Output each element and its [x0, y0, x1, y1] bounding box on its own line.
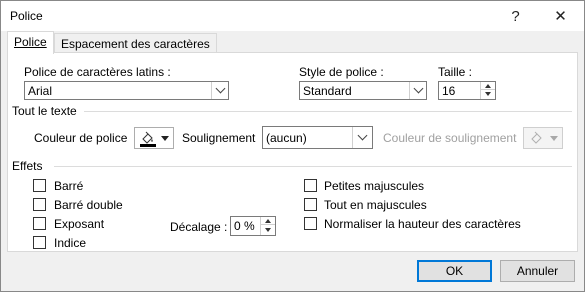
underline-value: (aucun)	[266, 131, 307, 145]
underline-combo[interactable]: (aucun)	[262, 126, 373, 149]
underline-label: Soulignement	[182, 131, 256, 145]
ok-label: OK	[445, 264, 464, 278]
latin-font-label: Police de caractères latins :	[24, 65, 171, 79]
cancel-label: Annuler	[516, 264, 559, 278]
close-icon: ✕	[554, 8, 567, 25]
offset-down-button[interactable]	[261, 226, 275, 234]
help-button[interactable]: ?	[493, 1, 538, 31]
latin-font-value: Arial	[28, 84, 53, 98]
cancel-button[interactable]: Annuler	[500, 260, 575, 282]
paint-bucket-icon	[140, 131, 156, 147]
tab-character-spacing[interactable]: Espacement des caractères	[54, 33, 217, 53]
font-style-label: Style de police :	[299, 65, 384, 79]
caret-down-icon	[550, 136, 558, 141]
font-dialog: Police ? ✕ Police Espacement des caractè…	[0, 0, 585, 292]
all-text-divider	[84, 111, 572, 112]
subscript-label: Indice	[54, 236, 87, 250]
chevron-down-icon	[357, 130, 368, 141]
all-caps-label: Tout en majuscules	[324, 198, 427, 212]
effects-divider	[54, 166, 572, 167]
chevron-down-icon	[413, 83, 423, 94]
offset-value: 0 %	[234, 219, 255, 233]
caret-down-icon	[161, 136, 169, 141]
underline-color-button[interactable]	[523, 127, 563, 149]
title-bar[interactable]: Police ? ✕	[1, 1, 584, 31]
ok-button[interactable]: OK	[417, 260, 492, 282]
dialog-title: Police	[10, 9, 43, 23]
font-size-spinner[interactable]: 16	[438, 81, 496, 100]
font-style-dropdown-button[interactable]	[409, 82, 426, 99]
superscript-label: Exposant	[54, 217, 105, 231]
offset-up-button[interactable]	[261, 217, 275, 225]
latin-font-combo[interactable]: Arial	[24, 81, 229, 100]
arrow-down-icon	[485, 92, 491, 96]
double-strikethrough-checkbox[interactable]	[33, 198, 46, 211]
equalize-height-checkbox[interactable]	[304, 217, 317, 230]
equalize-height-label: Normaliser la hauteur des caractères	[324, 217, 521, 231]
latin-font-dropdown-button[interactable]	[211, 82, 228, 99]
close-button[interactable]: ✕	[538, 1, 583, 31]
font-style-value: Standard	[303, 84, 352, 98]
strikethrough-checkbox[interactable]	[33, 179, 46, 192]
effects-group-label: Effets	[12, 159, 43, 173]
tab-police-label: Police	[14, 35, 47, 49]
small-caps-label: Petites majuscules	[324, 179, 425, 193]
font-size-up-button[interactable]	[481, 82, 495, 90]
arrow-down-icon	[265, 228, 271, 232]
tab-character-spacing-label: Espacement des caractères	[61, 37, 210, 51]
offset-label: Décalage :	[170, 220, 228, 234]
paint-bucket-icon	[531, 131, 542, 144]
font-size-down-button[interactable]	[481, 90, 495, 98]
chevron-down-icon	[215, 83, 225, 94]
font-color-button[interactable]	[134, 127, 174, 149]
arrow-up-icon	[485, 83, 491, 88]
font-size-value: 16	[442, 84, 456, 98]
tab-panel: Police de caractères latins : Style de p…	[7, 52, 578, 252]
superscript-checkbox[interactable]	[33, 217, 46, 230]
subscript-checkbox[interactable]	[33, 236, 46, 249]
font-style-combo[interactable]: Standard	[299, 81, 427, 100]
font-color-label: Couleur de police	[34, 131, 128, 145]
arrow-up-icon	[265, 218, 271, 223]
all-caps-checkbox[interactable]	[304, 198, 317, 211]
underline-color-label: Couleur de soulignement	[383, 131, 517, 145]
font-size-label: Taille :	[438, 65, 473, 79]
small-caps-checkbox[interactable]	[304, 179, 317, 192]
strikethrough-label: Barré	[54, 179, 84, 193]
tab-police[interactable]: Police	[7, 31, 54, 54]
help-icon: ?	[511, 7, 520, 25]
offset-spin-buttons	[260, 217, 275, 235]
font-size-spin-buttons	[480, 82, 495, 99]
double-strikethrough-label: Barré double	[54, 198, 123, 212]
underline-dropdown-button[interactable]	[352, 127, 372, 148]
tab-strip: Police Espacement des caractères	[1, 31, 584, 54]
offset-spinner[interactable]: 0 %	[230, 216, 276, 236]
all-text-group-label: Tout le texte	[12, 104, 77, 118]
